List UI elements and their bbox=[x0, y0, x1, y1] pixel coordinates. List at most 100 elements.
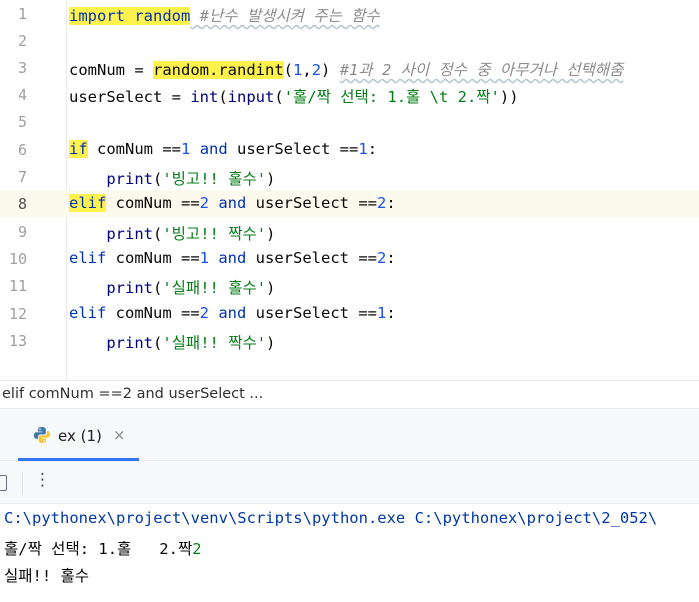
string: '실패!! 짝수' bbox=[162, 334, 267, 352]
code-text: elif comNum ==2 and userSelect ==1: bbox=[69, 304, 396, 322]
number: 2 bbox=[377, 249, 387, 267]
builtin: int bbox=[190, 88, 219, 106]
line-number: 3 bbox=[17, 59, 27, 77]
keyword: elif bbox=[69, 304, 107, 322]
number: 1 bbox=[377, 304, 387, 322]
condition: userSelect == bbox=[246, 194, 377, 212]
paren: )) bbox=[499, 88, 519, 106]
number: 2 bbox=[377, 194, 387, 212]
colon: : bbox=[367, 140, 378, 158]
paren: ( bbox=[153, 225, 163, 243]
condition: comNum == bbox=[87, 140, 181, 158]
number: 1 bbox=[358, 140, 368, 158]
console-result-line: 실패!! 홀수 bbox=[4, 567, 90, 585]
code-line-7[interactable]: 7 print('빙고!! 홀수') bbox=[0, 163, 699, 190]
rerun-icon[interactable] bbox=[0, 475, 7, 491]
paren: ) bbox=[266, 279, 276, 297]
paren: ( bbox=[218, 88, 228, 106]
python-icon bbox=[34, 427, 50, 443]
builtin: input bbox=[227, 88, 275, 106]
import-statement: import random bbox=[69, 7, 191, 25]
comment: #1과 2 사이 정수 중 아무거나 선택해줌 bbox=[339, 61, 624, 79]
breadcrumb-text[interactable]: elif comNum ==2 and userSelect ... bbox=[2, 386, 263, 402]
colon: : bbox=[386, 304, 396, 322]
console-prompt-line: 홀/짝 선택: 1.홀 2.짝2 bbox=[4, 537, 202, 559]
code-editor[interactable]: 1 import random #난수 발생시켜 주는 함수 2 3 comNu… bbox=[0, 0, 699, 380]
code-line-8[interactable]: 8 elif comNum ==2 and userSelect ==2: bbox=[0, 190, 699, 217]
comment: #난수 발생시켜 주는 함수 bbox=[190, 7, 380, 25]
breadcrumb[interactable]: elif comNum ==2 and userSelect ... bbox=[0, 380, 699, 409]
builtin: print bbox=[106, 334, 153, 352]
line-number: 4 bbox=[17, 86, 27, 104]
code-text: comNum = random.randint(1,2) #1과 2 사이 정수… bbox=[69, 58, 623, 80]
comma: , bbox=[302, 61, 312, 79]
paren: ( bbox=[274, 88, 284, 106]
code-text: print('실패!! 홀수') bbox=[69, 276, 275, 298]
toolbar-separator bbox=[22, 472, 23, 494]
number: 2 bbox=[311, 61, 322, 79]
colon: : bbox=[386, 249, 396, 267]
code-text: elif comNum ==2 and userSelect ==2: bbox=[69, 194, 396, 212]
line-number: 11 bbox=[8, 277, 27, 295]
string: '홀/짝 선택: 1.홀 \t 2.짝' bbox=[283, 88, 500, 106]
tab-run-ex-1[interactable]: ex (1) × bbox=[18, 409, 139, 461]
keyword: elif bbox=[69, 249, 107, 267]
line-number: 7 bbox=[17, 168, 27, 186]
line-number: 12 bbox=[8, 305, 27, 323]
code-line-6[interactable]: 6 if comNum ==1 and userSelect ==1: bbox=[0, 136, 699, 163]
console-output[interactable]: C:\pythonex\project\venv\Scripts\python.… bbox=[0, 504, 699, 602]
code-line-13[interactable]: 13 print('실패!! 짝수') bbox=[0, 327, 699, 354]
line-number: 6 bbox=[17, 141, 27, 159]
number: 1 bbox=[293, 61, 303, 79]
paren: ) bbox=[266, 334, 276, 352]
builtin: print bbox=[106, 225, 153, 243]
more-options-icon[interactable]: ⋮ bbox=[34, 470, 51, 490]
run-tool-window-header: ex (1) × bbox=[0, 409, 699, 461]
paren: ( bbox=[283, 61, 293, 79]
condition: userSelect == bbox=[227, 140, 359, 158]
number: 1 bbox=[199, 249, 209, 267]
code-line-9[interactable]: 9 print('빙고!! 짝수') bbox=[0, 218, 699, 245]
console-user-input: 2 bbox=[192, 540, 202, 558]
line-number: 2 bbox=[17, 32, 27, 50]
line-number: 8 bbox=[17, 195, 27, 213]
keyword: and bbox=[218, 304, 247, 322]
condition: userSelect == bbox=[246, 249, 377, 267]
line-number: 1 bbox=[17, 5, 27, 23]
line-number: 13 bbox=[8, 332, 27, 350]
string: '실패!! 홀수' bbox=[162, 279, 267, 297]
number: 2 bbox=[199, 304, 209, 322]
code-line-12[interactable]: 12 elif comNum ==2 and userSelect ==1: bbox=[0, 300, 699, 327]
line-number: 9 bbox=[17, 223, 27, 241]
number: 1 bbox=[181, 140, 191, 158]
paren: ) bbox=[266, 170, 276, 188]
close-icon[interactable]: × bbox=[113, 426, 126, 444]
condition: comNum == bbox=[106, 249, 200, 267]
condition: comNum == bbox=[106, 304, 200, 322]
tab-label: ex (1) bbox=[58, 427, 102, 445]
keyword: and bbox=[218, 194, 247, 212]
keyword: if bbox=[69, 140, 88, 158]
assignment: comNum = bbox=[69, 61, 153, 79]
code-text: print('실패!! 짝수') bbox=[69, 331, 275, 353]
code-line-3[interactable]: 3 comNum = random.randint(1,2) #1과 2 사이 … bbox=[0, 54, 699, 81]
code-text: if comNum ==1 and userSelect ==1: bbox=[69, 140, 377, 158]
code-text: import random #난수 발생시켜 주는 함수 bbox=[69, 4, 380, 26]
condition: comNum == bbox=[106, 194, 200, 212]
code-line-1[interactable]: 1 import random #난수 발생시켜 주는 함수 bbox=[0, 0, 699, 27]
code-line-2[interactable]: 2 bbox=[0, 27, 699, 54]
code-line-11[interactable]: 11 print('실패!! 홀수') bbox=[0, 272, 699, 299]
code-line-4[interactable]: 4 userSelect = int(input('홀/짝 선택: 1.홀 \t… bbox=[0, 81, 699, 108]
code-line-10[interactable]: 10 elif comNum ==1 and userSelect ==2: bbox=[0, 245, 699, 272]
code-line-5[interactable]: 5 bbox=[0, 108, 699, 135]
paren: ( bbox=[153, 279, 163, 297]
paren: ) bbox=[321, 61, 340, 79]
string: '빙고!! 짝수' bbox=[162, 225, 267, 243]
colon: : bbox=[386, 194, 396, 212]
